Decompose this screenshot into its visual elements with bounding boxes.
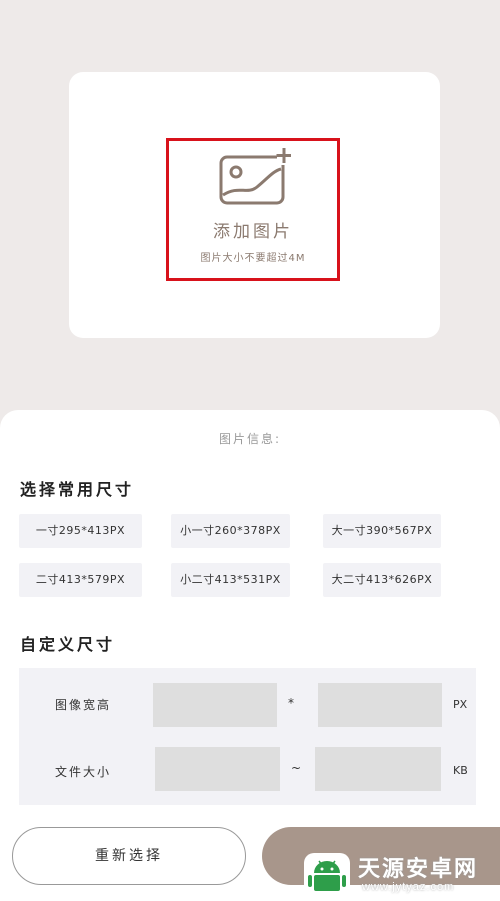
dimension-label: 图像宽高 — [55, 698, 112, 712]
min-filesize-input[interactable] — [155, 747, 280, 791]
dimension-separator: * — [288, 696, 294, 710]
filesize-unit: KB — [453, 764, 468, 777]
watermark-url: www.jytyaz.com — [362, 881, 455, 893]
preset-size-chip[interactable]: 大一寸390*567PX — [323, 514, 441, 548]
custom-size-panel: 图像宽高 * PX 文件大小 ~ KB — [19, 668, 476, 805]
custom-size-title: 自定义尺寸 — [20, 635, 116, 654]
dimension-unit: PX — [453, 698, 468, 711]
add-image-icon — [219, 147, 291, 205]
preset-size-chip[interactable]: 小一寸260*378PX — [171, 514, 290, 548]
add-image-label: 添加图片 — [213, 222, 293, 242]
upload-card: 添加图片 图片大小不要超过4M — [69, 72, 440, 338]
preset-sizes-title: 选择常用尺寸 — [20, 480, 135, 499]
size-settings-sheet: 图片信息: 选择常用尺寸 一寸295*413PX 小一寸260*378PX 大一… — [0, 410, 500, 901]
height-input[interactable] — [318, 683, 442, 727]
max-filesize-input[interactable] — [315, 747, 441, 791]
android-logo-icon — [304, 853, 350, 897]
filesize-separator: ~ — [291, 761, 302, 775]
site-watermark: 天源安卓网 www.jytyaz.com — [296, 845, 500, 901]
watermark-name: 天源安卓网 — [358, 857, 479, 882]
width-input[interactable] — [153, 683, 277, 727]
preset-size-chip[interactable]: 二寸413*579PX — [19, 563, 142, 597]
size-limit-hint: 图片大小不要超过4M — [200, 253, 306, 264]
add-image-button[interactable]: 添加图片 图片大小不要超过4M — [166, 138, 340, 281]
preset-size-chip[interactable]: 一寸295*413PX — [19, 514, 142, 548]
preset-size-chip[interactable]: 大二寸413*626PX — [323, 563, 441, 597]
reset-button[interactable]: 重新选择 — [12, 827, 246, 885]
filesize-label: 文件大小 — [55, 765, 112, 779]
image-info-title: 图片信息: — [218, 432, 282, 446]
preset-size-chip[interactable]: 小二寸413*531PX — [171, 563, 290, 597]
